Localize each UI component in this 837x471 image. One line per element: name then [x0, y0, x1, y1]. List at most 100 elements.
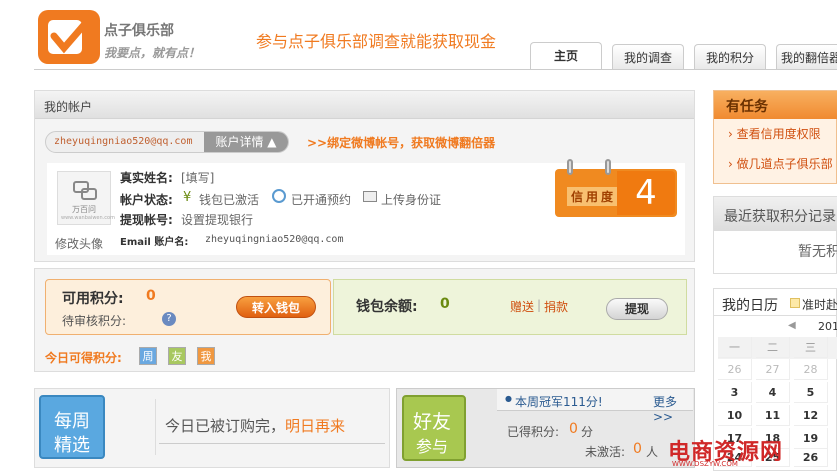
donate-link[interactable]: 捐款	[544, 298, 568, 315]
calendar-day[interactable]: 26	[794, 449, 828, 467]
status-wallet-active: 钱包已激活	[199, 193, 260, 207]
clock-icon	[272, 189, 286, 203]
points-panel: 可用积分: 0 待审核积分: ? 转入钱包 钱包余额: 0 赠送 | 捐款 提现…	[34, 268, 695, 372]
promo-banner[interactable]: 参与点子俱乐部调查就能获取现金	[256, 28, 496, 52]
credit-box[interactable]: 信用度 4	[555, 159, 677, 217]
calendar-day[interactable]: 12	[794, 405, 828, 426]
credit-label: 信用度	[567, 187, 621, 206]
site-logo[interactable]	[38, 10, 100, 64]
tasks-panel: 有任务 › 查看信用度权限 › 做几道点子俱乐部	[713, 90, 837, 184]
link-separator: |	[537, 298, 542, 312]
calendar-day[interactable]: 27	[756, 359, 790, 380]
more-link[interactable]: 更多>>	[653, 393, 693, 424]
calendar-day[interactable]: 26	[718, 359, 752, 380]
weekly-divider	[155, 399, 156, 455]
weekday-label: 二	[756, 337, 790, 358]
site-slogan: 我要点，就有点！	[104, 46, 201, 60]
yen-icon: ¥	[183, 190, 192, 205]
real-name-label: 真实姓名:	[120, 171, 173, 185]
friends-badge[interactable]: 好友 参与	[402, 395, 466, 461]
real-name-value[interactable]: [填写]	[181, 169, 214, 186]
tasks-title: 有任务	[726, 99, 768, 115]
edit-avatar-link[interactable]: 修改头像	[55, 235, 103, 252]
bind-weibo-link[interactable]: >>绑定微博帐号，获取微博翻倍器	[307, 134, 495, 151]
calendar-month: 201	[818, 320, 837, 333]
task-item[interactable]: › 查看信用度权限	[728, 125, 821, 142]
email-value: zheyuqingniao520@qq.com	[205, 234, 344, 245]
hook-icon	[567, 159, 573, 175]
credit-value: 4	[617, 171, 675, 215]
weekday-label: 一	[718, 337, 752, 358]
calendar-day[interactable]: 28	[794, 359, 828, 380]
status-label: 帐户状态:	[120, 193, 173, 207]
gift-link[interactable]: 赠送	[510, 298, 534, 315]
weekly-underline	[159, 443, 385, 444]
recent-points-header: 最近获取积分记录	[714, 197, 837, 231]
calendar-day[interactable]: 19	[794, 428, 828, 449]
self-badge[interactable]: 我	[197, 347, 215, 365]
inactive-unit: 人	[646, 445, 659, 459]
avatar[interactable]: 万百问 www.wanbaiwen.com	[57, 171, 115, 225]
inactive-label: 未激活:	[585, 445, 626, 459]
bullet-icon: ●	[505, 394, 512, 403]
avatar-text: 万百问	[72, 205, 96, 214]
earned-points-label: 已得积分:	[507, 425, 560, 439]
weekly-message: 今日已被订购完，明日再来	[165, 415, 345, 436]
calendar-day[interactable]: 4	[756, 382, 790, 403]
available-points-value: 0	[146, 288, 156, 304]
watermark-sub: WWW.DSZYW.COM	[672, 460, 738, 468]
friend-badge[interactable]: 友	[168, 347, 186, 365]
recent-points-title: 最近获取积分记录	[724, 209, 836, 225]
account-title-bar: 我的帐户	[35, 91, 694, 119]
withdraw-bank-link[interactable]: 设置提现银行	[181, 211, 253, 228]
weekday-label: 三	[794, 337, 828, 358]
weekly-picks-badge[interactable]: 每周 精选	[39, 395, 105, 459]
weekly-message-highlight: 明日再来	[285, 417, 346, 435]
wallet-balance-value: 0	[440, 296, 450, 312]
calendar-day[interactable]: 5	[794, 382, 828, 403]
earned-points-unit: 分	[581, 425, 594, 439]
upload-id-link[interactable]: 上传身份证	[381, 191, 441, 208]
account-panel: 我的帐户 zheyuqingniao520@qq.com 账户详情 ▲ >>绑定…	[34, 90, 695, 262]
inactive-value: 0	[633, 441, 642, 457]
account-title: 我的帐户	[44, 100, 93, 114]
calendar-day[interactable]: 11	[756, 405, 790, 426]
tab-my-multiplier[interactable]: 我的翻倍器	[776, 44, 837, 70]
header-divider	[34, 69, 837, 70]
withdraw-label: 提现帐号:	[120, 213, 173, 227]
tab-home[interactable]: 主页	[530, 42, 602, 70]
prev-month-icon[interactable]: ◀	[788, 320, 796, 331]
withdraw-button[interactable]: 提现	[606, 298, 668, 320]
earned-points-value: 0	[569, 421, 578, 437]
tab-my-surveys[interactable]: 我的调查	[612, 44, 684, 70]
transfer-to-wallet-button[interactable]: 转入钱包	[236, 296, 316, 318]
account-detail-button[interactable]: 账户详情 ▲	[204, 132, 288, 152]
calendar-day[interactable]: 10	[718, 405, 752, 426]
site-name: 点子俱乐部	[104, 23, 174, 39]
weekly-badge[interactable]: 周	[139, 347, 157, 365]
help-icon[interactable]: ?	[162, 312, 176, 326]
weekly-picks-panel: 每周 精选 今日已被订购完，明日再来	[34, 388, 390, 468]
calendar-legend: 准时赴	[802, 298, 837, 312]
today-points-label: 今日可得积分:	[45, 351, 122, 365]
recent-points-empty: 暂无积	[798, 244, 837, 260]
task-item[interactable]: › 做几道点子俱乐部	[728, 155, 833, 172]
legend-swatch-icon	[790, 298, 800, 308]
friends-badge-line2: 参与	[416, 437, 449, 456]
weekly-badge-line2: 精选	[54, 435, 90, 456]
checkmark-icon	[48, 14, 94, 54]
friends-badge-line1: 好友	[413, 411, 452, 433]
pending-points-label: 待审核积分:	[62, 314, 127, 328]
task-item-label: 做几道点子俱乐部	[736, 157, 833, 171]
avatar-logo-icon	[73, 181, 97, 200]
email-pill: zheyuqingniao520@qq.com 账户详情 ▲	[45, 131, 289, 153]
status-booking-open: 已开通预约	[291, 193, 352, 207]
weekly-champion: 本周冠军111分!	[515, 395, 603, 409]
tasks-header: 有任务	[714, 91, 837, 119]
calendar-day[interactable]: 3	[718, 382, 752, 403]
tab-my-points[interactable]: 我的积分	[694, 44, 766, 70]
calendar-divider	[714, 315, 837, 316]
calendar-title: 我的日历	[722, 298, 778, 314]
wallet-box: 钱包余额: 0 赠送 | 捐款 提现	[333, 279, 687, 335]
task-item-label: 查看信用度权限	[736, 127, 821, 141]
